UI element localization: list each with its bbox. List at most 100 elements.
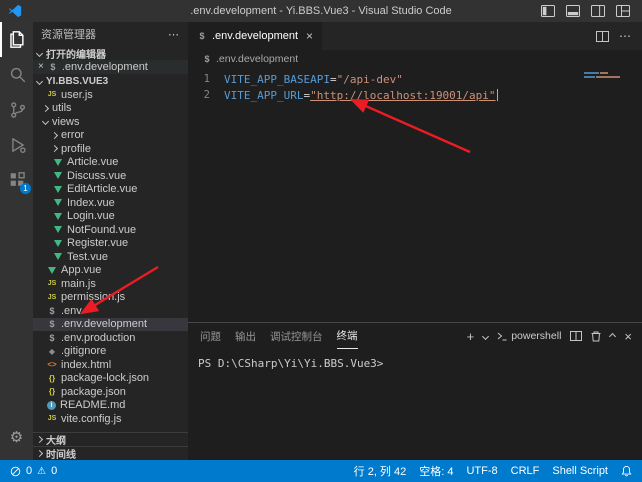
chevron-down-icon[interactable] [482, 332, 489, 339]
tab-output[interactable]: 输出 [235, 323, 256, 349]
git-icon [47, 347, 57, 356]
tree-item-env-development[interactable]: .env.development [33, 318, 188, 332]
tab-problems[interactable]: 问题 [200, 323, 221, 349]
chevron-right-icon [51, 132, 58, 139]
terminal-content[interactable]: PS D:\CSharp\Yi\Yi.BBS.Vue3> [188, 349, 642, 460]
minimap[interactable] [584, 72, 628, 80]
extensions-activity-icon[interactable]: 1 [0, 162, 33, 197]
terminal-prompt-icon [497, 332, 507, 341]
tab-terminal[interactable]: 终端 [337, 323, 358, 349]
vue-icon [54, 240, 62, 247]
maximize-panel-icon[interactable] [609, 332, 616, 339]
tree-item-notfound-vue[interactable]: NotFound.vue [33, 223, 188, 237]
tree-item-package-json[interactable]: package.json [33, 385, 188, 399]
js-icon [47, 91, 57, 98]
vue-icon [54, 172, 62, 179]
breadcrumb[interactable]: .env.development [188, 50, 642, 68]
timeline-section-header[interactable]: 时间线 [33, 446, 188, 460]
problems-status[interactable]: 0 ⚠ 0 [10, 465, 57, 477]
settings-gear-icon[interactable]: ⚙ [0, 422, 33, 452]
tree-item-main-js[interactable]: main.js [33, 277, 188, 291]
tree-item-readme-md[interactable]: README.md [33, 399, 188, 413]
shell-icon [47, 306, 57, 316]
indentation-status[interactable]: 空格: 4 [419, 463, 453, 479]
sidebar-more-actions-icon[interactable]: ⋯ [168, 28, 180, 41]
js-icon [47, 294, 57, 301]
language-mode-status[interactable]: Shell Script [552, 465, 608, 477]
main-area: 1 ⚙ 资源管理器 ⋯ 打开的编辑器 × .env.development YI… [0, 22, 642, 460]
tab-env-development[interactable]: .env.development × [188, 22, 322, 50]
kill-terminal-trash-icon[interactable] [591, 331, 601, 342]
split-editor-icon[interactable] [596, 31, 609, 42]
vue-icon [54, 186, 62, 193]
tree-item-editarticle-vue[interactable]: EditArticle.vue [33, 183, 188, 197]
tree-item-index-html[interactable]: index.html [33, 358, 188, 372]
tree-folder-profile[interactable]: profile [33, 142, 188, 156]
editor-actions: ⋯ [596, 22, 642, 50]
tree-item-gitignore[interactable]: .gitignore [33, 345, 188, 359]
status-right: 行 2, 列 42 空格: 4 UTF-8 CRLF Shell Script [354, 463, 632, 479]
split-terminal-icon[interactable] [570, 331, 582, 341]
vue-icon [54, 226, 62, 233]
layout-controls [541, 5, 630, 17]
open-editors-section-header[interactable]: 打开的编辑器 [33, 46, 188, 60]
tree-item-discuss-vue[interactable]: Discuss.vue [33, 169, 188, 183]
toggle-panel-icon[interactable] [566, 5, 580, 17]
terminal-actions: + powershell × [467, 329, 642, 344]
tree-folder-error[interactable]: error [33, 129, 188, 143]
js-icon [47, 415, 57, 422]
tab-debug-console[interactable]: 调试控制台 [270, 323, 323, 349]
editor-group: .env.development × ⋯ .env.development 1V… [188, 22, 642, 460]
cursor-caret [497, 89, 498, 101]
tree-item-register-vue[interactable]: Register.vue [33, 237, 188, 251]
terminal-shell-selector[interactable]: powershell [497, 330, 561, 342]
tree-item-env-production[interactable]: .env.production [33, 331, 188, 345]
run-debug-activity-icon[interactable] [0, 127, 33, 162]
editor-code-area[interactable]: 1VITE_APP_BASEAPI="/api-dev" 2VITE_APP_U… [188, 68, 642, 322]
cursor-position-status[interactable]: 行 2, 列 42 [354, 463, 407, 479]
tree-item-env[interactable]: .env [33, 304, 188, 318]
tree-item-index-vue[interactable]: Index.vue [33, 196, 188, 210]
notifications-bell-icon[interactable] [621, 465, 632, 477]
terminal-prompt: PS D:\CSharp\Yi\Yi.BBS.Vue3> [198, 357, 383, 370]
explorer-activity-icon[interactable] [0, 22, 33, 57]
tree-item-test-vue[interactable]: Test.vue [33, 250, 188, 264]
tree-item-login-vue[interactable]: Login.vue [33, 210, 188, 224]
project-section-header[interactable]: YI.BBS.VUE3 [33, 74, 188, 88]
close-icon[interactable]: × [38, 62, 44, 72]
tree-item-permission-js[interactable]: permission.js [33, 291, 188, 305]
source-control-activity-icon[interactable] [0, 92, 33, 127]
search-activity-icon[interactable] [0, 57, 33, 92]
editor-tab-bar: .env.development × ⋯ [188, 22, 642, 50]
encoding-status[interactable]: UTF-8 [466, 465, 497, 477]
activity-bar: 1 ⚙ [0, 22, 33, 460]
new-terminal-icon[interactable]: + [467, 329, 475, 344]
tree-item-article-vue[interactable]: Article.vue [33, 156, 188, 170]
toggle-sidebar-icon[interactable] [541, 5, 555, 17]
close-icon[interactable]: × [306, 29, 313, 43]
shell-icon [202, 54, 212, 64]
more-actions-icon[interactable]: ⋯ [619, 29, 632, 43]
close-panel-icon[interactable]: × [624, 329, 632, 344]
vue-icon [54, 199, 62, 206]
toggle-secondary-sidebar-icon[interactable] [591, 5, 605, 17]
tree-item-vite-config-js[interactable]: vite.config.js [33, 412, 188, 426]
vue-icon [48, 267, 56, 274]
shell-icon [197, 31, 207, 41]
tree-folder-utils[interactable]: utils [33, 102, 188, 116]
open-editor-item-env-development[interactable]: × .env.development [33, 60, 188, 74]
tree-item-user-js[interactable]: user.js [33, 88, 188, 102]
eol-status[interactable]: CRLF [511, 465, 540, 477]
tree-item-app-vue[interactable]: App.vue [33, 264, 188, 278]
readme-icon [47, 401, 56, 410]
chevron-right-icon [51, 145, 58, 152]
shell-icon [47, 333, 57, 343]
status-bar: 0 ⚠ 0 行 2, 列 42 空格: 4 UTF-8 CRLF Shell S… [0, 460, 642, 482]
warning-icon: ⚠ [37, 466, 46, 477]
tree-folder-views[interactable]: views [33, 115, 188, 129]
shell-icon [48, 62, 58, 72]
outline-section-header[interactable]: 大纲 [33, 432, 188, 446]
vscode-window: .env.development - Yi.BBS.Vue3 - Visual … [0, 0, 642, 482]
customize-layout-icon[interactable] [616, 5, 630, 17]
tree-item-package-lock-json[interactable]: package-lock.json [33, 372, 188, 386]
